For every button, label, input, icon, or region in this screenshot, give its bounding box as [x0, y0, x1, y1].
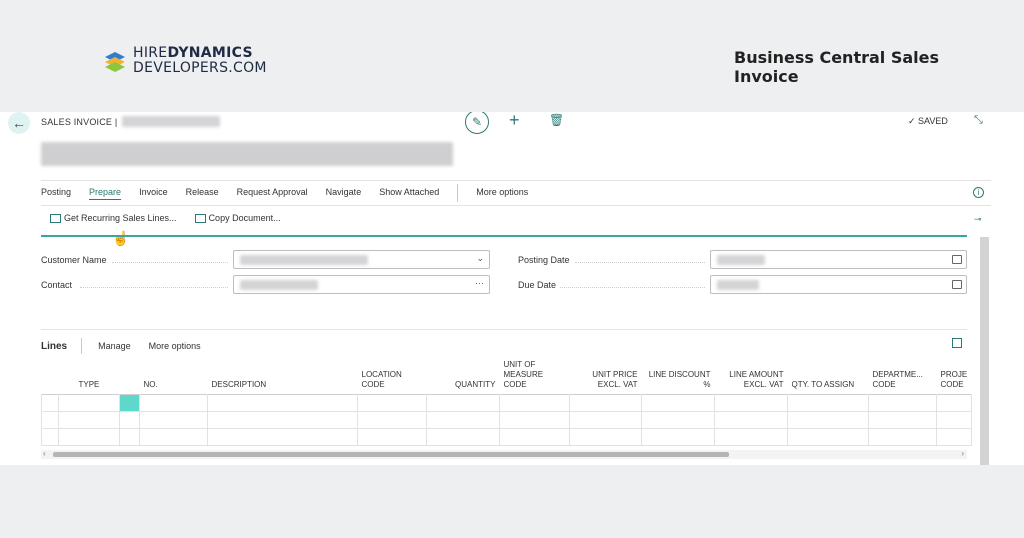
dotted-leader [560, 287, 705, 288]
get-recurring-sales-lines-button[interactable]: Get Recurring Sales Lines... [50, 213, 177, 223]
brand-line1-b: DYNAMICS [167, 45, 253, 61]
hand-cursor-icon: ☝ [112, 230, 130, 246]
page-title-redacted [41, 142, 453, 168]
column-description[interactable]: DESCRIPTION [208, 354, 358, 394]
separator [81, 338, 83, 354]
brand-line1-a: HIRE [133, 45, 168, 61]
new-plus-icon[interactable]: + [509, 112, 520, 131]
pin-icon[interactable]: ⊸ [974, 214, 982, 225]
table-row[interactable] [41, 410, 972, 429]
action-release[interactable]: Release [186, 187, 219, 202]
action-prepare[interactable]: Prepare [89, 187, 121, 202]
chevron-down-icon[interactable]: ⌄ [476, 253, 484, 264]
edit-pencil-icon[interactable]: ✎ [465, 112, 489, 134]
calendar-icon[interactable] [952, 255, 962, 264]
delete-trash-icon[interactable]: 🗑 [549, 113, 564, 127]
scroll-right-icon[interactable]: › [961, 449, 964, 458]
saved-label: SAVED [918, 116, 948, 126]
lines-more-options[interactable]: More options [149, 341, 201, 351]
column-location-code[interactable]: LOCATION CODE [358, 354, 427, 394]
column-no[interactable]: NO. [140, 354, 208, 394]
action-bar: Posting Prepare Invoice Release Request … [41, 184, 546, 202]
page-headline: Business Central Sales Invoice [734, 48, 940, 86]
contact-label: Contact [41, 280, 73, 290]
separator [457, 184, 459, 202]
get-recurring-label: Get Recurring Sales Lines... [64, 213, 177, 223]
expand-icon[interactable] [952, 338, 962, 348]
action-show-attached[interactable]: Show Attached [379, 187, 439, 202]
horizontal-scrollbar[interactable]: ‹ › [41, 449, 967, 459]
posting-date-field[interactable] [710, 250, 967, 269]
dotted-leader [112, 262, 228, 263]
table-row[interactable] [41, 427, 972, 446]
back-arrow-icon[interactable]: ← [8, 112, 30, 134]
due-date-field[interactable] [710, 275, 967, 294]
divider [41, 180, 991, 181]
scrollbar-thumb[interactable] [53, 452, 729, 457]
dotted-leader [575, 262, 705, 263]
divider [41, 329, 967, 330]
screenshot-frame: ← SALES INVOICE | ✎ + 🗑 ✓ SAVED ⤡ Postin… [0, 112, 1024, 465]
copy-document-button[interactable]: Copy Document... [194, 213, 281, 223]
collapse-icon[interactable]: ⤡ [974, 114, 983, 127]
recurring-lines-icon [50, 213, 61, 223]
divider [41, 205, 991, 206]
redacted-invoice-number [122, 116, 221, 127]
column-qty-to-assign[interactable]: QTY. TO ASSIGN [788, 354, 869, 394]
customer-name-label: Customer Name [41, 255, 107, 265]
info-icon[interactable]: i [973, 187, 984, 198]
brand-logo: HIREDYNAMICS DEVELOPERS.COM [103, 46, 267, 76]
lines-title: Lines [41, 340, 68, 352]
table-row[interactable] [41, 393, 972, 412]
action-posting[interactable]: Posting [41, 187, 71, 202]
column-department-code[interactable]: DEPARTME... CODE [869, 354, 937, 394]
column-line-amount[interactable]: LINE AMOUNT EXCL. VAT [715, 354, 788, 394]
lines-table: TYPE NO. DESCRIPTION LOCATION CODE QUANT… [41, 354, 972, 446]
vertical-scrollbar[interactable] [980, 237, 989, 465]
column-spacer [120, 354, 140, 394]
lines-header: Lines Manage More options [41, 338, 219, 354]
header-band: HIREDYNAMICS DEVELOPERS.COM Business Cen… [0, 0, 1024, 112]
action-request-approval[interactable]: Request Approval [237, 187, 308, 202]
copy-document-label: Copy Document... [208, 213, 281, 223]
column-project-code[interactable]: PROJE CODE [937, 354, 972, 394]
saved-status: ✓ SAVED [908, 116, 948, 126]
calendar-icon[interactable] [952, 280, 962, 289]
dotted-leader [80, 287, 228, 288]
action-navigate[interactable]: Navigate [326, 187, 362, 202]
posting-date-label: Posting Date [518, 255, 570, 265]
lines-manage[interactable]: Manage [98, 341, 131, 351]
breadcrumb: SALES INVOICE | [41, 116, 221, 127]
contact-field[interactable]: ··· [233, 275, 490, 294]
column-quantity[interactable]: QUANTITY [427, 354, 500, 394]
column-unit-of-measure[interactable]: UNIT OF MEASURE CODE [500, 354, 570, 394]
footer-band [0, 465, 1024, 538]
column-select [42, 354, 59, 394]
scroll-left-icon[interactable]: ‹ [43, 449, 46, 458]
column-line-discount[interactable]: LINE DISCOUNT % [642, 354, 715, 394]
customer-name-field[interactable]: ⌄ [233, 250, 490, 269]
breadcrumb-label: SALES INVOICE | [41, 117, 118, 127]
selected-cell[interactable] [119, 393, 140, 412]
column-unit-price[interactable]: UNIT PRICE EXCL. VAT [570, 354, 642, 394]
brand-line2: DEVELOPERS.COM [133, 60, 267, 76]
stacked-layers-icon [103, 46, 127, 76]
lookup-ellipsis-icon[interactable]: ··· [475, 278, 484, 288]
action-more-options[interactable]: More options [476, 187, 528, 202]
submenu-underline [41, 235, 967, 237]
due-date-label: Due Date [518, 280, 557, 290]
copy-document-icon [194, 213, 206, 223]
column-type[interactable]: TYPE [59, 354, 120, 394]
prepare-submenu: Get Recurring Sales Lines... Copy Docume… [50, 213, 299, 223]
action-invoice[interactable]: Invoice [139, 187, 168, 202]
